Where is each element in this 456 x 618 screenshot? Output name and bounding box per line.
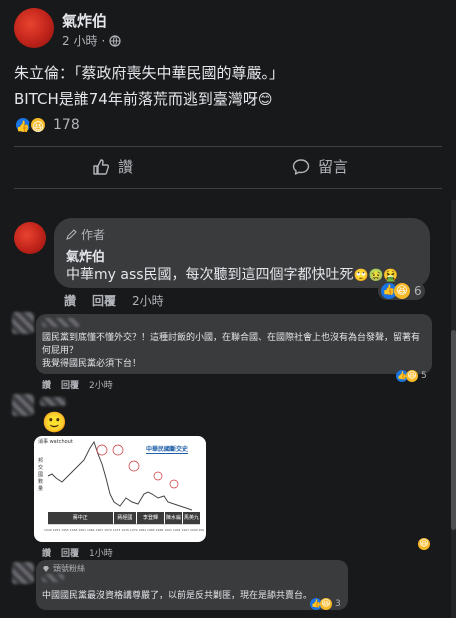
comment-button-label: 留言 xyxy=(318,158,349,176)
haha-reaction-icon: 😆 xyxy=(406,370,418,382)
comment-image-chart[interactable]: 消事 watchout 中華民國斷交史 邦交國數量 蔣中正 蔣經國 李登輝 陳水… xyxy=(34,436,206,542)
comment-actions: 讚 回覆 2小時 xyxy=(64,292,164,309)
comment-bubble: 國民黨到底懂不懂外交？！這種討飯的小國，在聯合國、在國際社會上也沒有為台發聲，留… xyxy=(36,314,432,374)
diamond-icon xyxy=(43,565,49,572)
comment-time[interactable]: 2小時 xyxy=(89,378,113,391)
post-text-line1: 朱立倫：「蔡政府喪失中華民國的尊嚴。」 xyxy=(14,64,285,82)
emoji-group: 🙄🤢🤮 xyxy=(353,268,399,282)
comment-like-link[interactable]: 讚 xyxy=(64,292,76,309)
author-avatar[interactable] xyxy=(14,8,54,48)
comment-reply-link[interactable]: 回覆 xyxy=(92,292,116,309)
comment-time[interactable]: 2小時 xyxy=(132,292,164,309)
globe-icon xyxy=(109,34,121,47)
comment-like-link[interactable]: 讚 xyxy=(42,546,51,559)
commenter-name-redacted xyxy=(42,574,64,582)
chart-years: 1949 1952 1955 1958 1961 1964 1967 1970 … xyxy=(44,528,204,532)
comment-bubble: 作者 氣炸伯 中華my ass民國，每次聽到這四個字都快吐死🙄🤢🤮 xyxy=(54,218,430,288)
commenter-avatar[interactable] xyxy=(12,394,34,416)
speech-bubble-icon xyxy=(292,158,310,175)
scrollbar-thumb[interactable] xyxy=(451,330,456,530)
post-meta: 2 小時 · xyxy=(62,32,121,49)
comment-time[interactable]: 1小時 xyxy=(89,546,113,559)
smile-emoji: 😊 xyxy=(257,92,273,108)
haha-reaction-icon: 😆 xyxy=(29,116,47,134)
comment-reactions[interactable]: 👍 😆 3 xyxy=(310,598,341,610)
post-text-line2-wrap: BITCH是誰74年前落荒而逃到臺灣呀😊 xyxy=(14,88,272,109)
commenter-name-redacted xyxy=(42,318,80,327)
chart-leader-label: 蔣經國 xyxy=(113,512,137,524)
divider xyxy=(14,146,442,147)
post-reactions[interactable]: 👍 😆 178 xyxy=(14,116,80,134)
commenter-name-redacted xyxy=(40,397,66,406)
thumbs-up-icon xyxy=(93,158,110,175)
emoji-slightly-smiling: 🙂 xyxy=(42,410,67,434)
comment-actions: 讚 回覆 1小時 xyxy=(42,546,113,559)
haha-reaction-icon[interactable]: 😆 xyxy=(418,538,430,550)
chart-leader-label: 馬英九 xyxy=(182,512,200,524)
comment-actions: 讚 回覆 2小時 xyxy=(42,378,113,391)
commenter-avatar[interactable] xyxy=(14,222,46,254)
like-button-label: 讚 xyxy=(118,158,134,176)
comment-text: 中國國民黨最沒資格講尊嚴了，以前是反共剿匪，現在是舔共賣台。 xyxy=(42,591,313,601)
haha-reaction-icon: 😆 xyxy=(394,283,410,299)
post-author-name[interactable]: 氣炸伯 xyxy=(62,10,107,31)
comment-reactions[interactable]: 👍 😆 6 xyxy=(378,282,425,300)
like-button[interactable]: 讚 xyxy=(92,156,133,177)
comment-bubble: 頭號粉絲 中國國民黨最沒資格講尊嚴了，以前是反共剿匪，現在是舔共賣台。 xyxy=(36,560,348,610)
chart-plot xyxy=(47,440,200,525)
author-badge: 作者 xyxy=(66,226,105,243)
commenter-avatar[interactable] xyxy=(12,562,34,584)
haha-reaction-icon: 😆 xyxy=(320,598,332,610)
comment-reply-link[interactable]: 回覆 xyxy=(61,546,79,559)
comment-text: 中華my ass民國，每次聽到這四個字都快吐死🙄🤢🤮 xyxy=(66,267,399,283)
chart-leader-label: 陳水扁 xyxy=(164,512,182,524)
comment-reply-link[interactable]: 回覆 xyxy=(61,378,79,391)
chart-leader-label: 李登輝 xyxy=(137,512,164,524)
post-reaction-count: 178 xyxy=(53,117,80,133)
chart-leader-band: 蔣中正 蔣經國 李登輝 陳水扁 馬英九 xyxy=(48,512,200,524)
comment-button[interactable]: 留言 xyxy=(292,156,348,177)
comment-text: 國民黨到底懂不懂外交？！這種討飯的小國，在聯合國、在國際社會上也沒有為台發聲，留… xyxy=(42,333,421,369)
post-text-line2: BITCH是誰74年前落荒而逃到臺灣呀 xyxy=(14,90,258,108)
commenter-avatar[interactable] xyxy=(12,312,34,334)
post-time[interactable]: 2 小時 xyxy=(62,32,97,49)
chart-leader-label: 蔣中正 xyxy=(48,512,113,524)
comment-like-link[interactable]: 讚 xyxy=(42,378,51,391)
pencil-icon xyxy=(66,229,77,240)
comment-reactions[interactable]: 👍 😆 5 xyxy=(396,370,427,382)
comment-author-name[interactable]: 氣炸伯 xyxy=(66,246,105,265)
top-fan-badge: 頭號粉絲 xyxy=(42,563,85,574)
divider xyxy=(14,188,442,189)
